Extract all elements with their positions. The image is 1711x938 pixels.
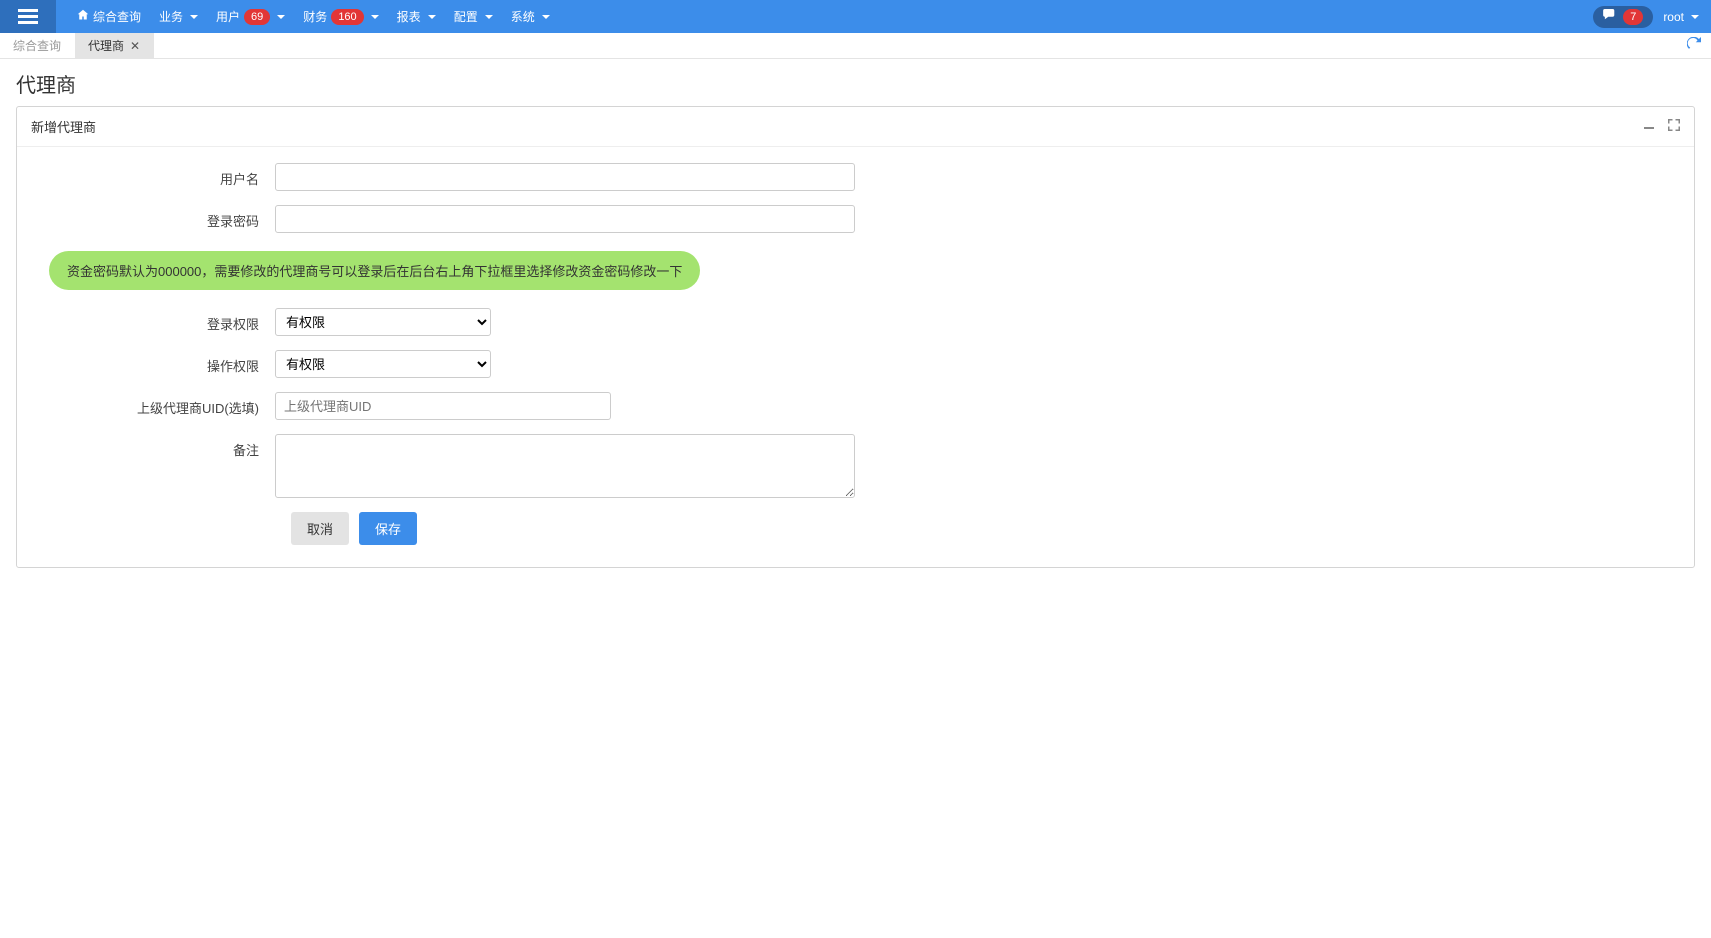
nav-label: 业务 [159,8,183,25]
row-username: 用户名 [35,163,1676,191]
oper-perm-label: 操作权限 [35,350,275,375]
button-row: 取消 保存 [275,512,1676,545]
chat-icon [1603,9,1617,24]
save-button[interactable]: 保存 [359,512,417,545]
caret-down-icon [428,15,436,19]
nav-label: 报表 [397,8,421,25]
panel-header: 新增代理商 [17,107,1694,147]
chat-badge: 7 [1623,9,1643,25]
user-menu[interactable]: root [1663,10,1699,24]
panel-body: 用户名 登录密码 资金密码默认为000000，需要修改的代理商号可以登录后在后台… [17,147,1694,567]
menu-toggle-button[interactable] [0,0,56,33]
tabs-row: 综合查询 代理商 ✕ [0,33,1711,59]
caret-down-icon [1691,15,1699,19]
page-title: 代理商 [0,59,1711,106]
password-label: 登录密码 [35,205,275,230]
parent-uid-input[interactable] [275,392,611,420]
tab-dashboard[interactable]: 综合查询 [0,33,75,58]
nav-item-system[interactable]: 系统 [502,0,559,33]
home-icon [77,9,89,24]
caret-down-icon [371,15,379,19]
nav-item-report[interactable]: 报表 [388,0,445,33]
fund-password-alert: 资金密码默认为000000，需要修改的代理商号可以登录后在后台右上角下拉框里选择… [49,251,700,290]
nav-label: 系统 [511,8,535,25]
tab-label: 综合查询 [13,37,61,54]
row-password: 登录密码 [35,205,1676,233]
row-oper-perm: 操作权限 有权限 [35,350,1676,378]
minus-icon [1644,127,1654,129]
caret-down-icon [542,15,550,19]
nav-badge: 69 [244,9,270,25]
top-navbar: 综合查询 业务 用户 69 财务 160 报表 配置 系统 [0,0,1711,33]
nav-item-business[interactable]: 业务 [150,0,207,33]
username-label: 用户名 [35,163,275,188]
username-input[interactable] [275,163,855,191]
login-perm-label: 登录权限 [35,308,275,333]
caret-down-icon [277,15,285,19]
expand-button[interactable] [1668,119,1680,134]
nav-right: 7 root [1593,6,1711,28]
oper-perm-select[interactable]: 有权限 [275,350,491,378]
tab-agent[interactable]: 代理商 ✕ [75,33,154,58]
caret-down-icon [485,15,493,19]
panel-title: 新增代理商 [31,117,96,136]
chat-button[interactable]: 7 [1593,6,1653,28]
row-login-perm: 登录权限 有权限 [35,308,1676,336]
cancel-button[interactable]: 取消 [291,512,349,545]
row-parent-uid: 上级代理商UID(选填) [35,392,1676,420]
caret-down-icon [190,15,198,19]
remark-textarea[interactable] [275,434,855,498]
user-label: root [1663,10,1684,24]
tab-label: 代理商 [88,37,124,54]
refresh-button[interactable] [1687,37,1701,54]
row-remark: 备注 [35,434,1676,498]
nav-item-finance[interactable]: 财务 160 [294,0,387,33]
panel-new-agent: 新增代理商 用户名 登录密码 资金密码默认为000000，需要修改的代理商号可以… [16,106,1695,568]
nav-home[interactable]: 综合查询 [68,0,150,33]
password-input[interactable] [275,205,855,233]
nav-item-user[interactable]: 用户 69 [207,0,294,33]
nav-item-config[interactable]: 配置 [445,0,502,33]
parent-uid-label: 上级代理商UID(选填) [35,392,275,417]
login-perm-select[interactable]: 有权限 [275,308,491,336]
nav-badge: 160 [331,9,363,25]
nav-home-label: 综合查询 [93,8,141,25]
expand-icon [1668,119,1680,131]
close-icon[interactable]: ✕ [130,39,140,53]
nav-label: 财务 [303,8,327,25]
remark-label: 备注 [35,434,275,459]
panel-tools [1644,119,1680,134]
collapse-button[interactable] [1644,119,1654,134]
nav-label: 配置 [454,8,478,25]
nav-label: 用户 [216,8,240,25]
nav-items: 综合查询 业务 用户 69 财务 160 报表 配置 系统 [56,0,559,33]
